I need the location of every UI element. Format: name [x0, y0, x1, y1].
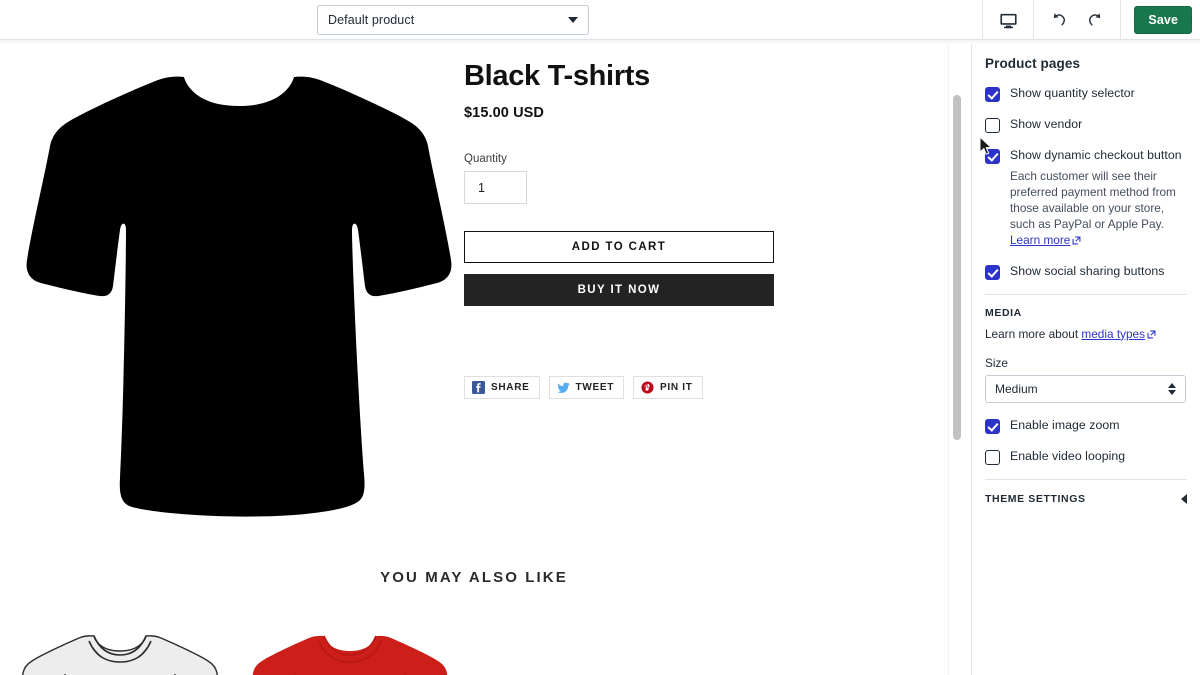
chevron-down-icon: [568, 17, 578, 23]
checkbox-enable-video-looping[interactable]: Enable video looping: [985, 449, 1187, 465]
checkbox-show-dynamic-checkout-button[interactable]: Show dynamic checkout button: [985, 148, 1187, 164]
sidebar-heading: Product pages: [985, 56, 1081, 71]
hero-product-image[interactable]: [8, 58, 460, 528]
desktop-monitor-icon: [1000, 13, 1017, 28]
checkbox-icon[interactable]: [985, 118, 1000, 133]
related-products-heading: YOU MAY ALSO LIKE: [380, 569, 568, 586]
section-divider: [985, 478, 1187, 480]
media-learn-more-row: Learn more about media types: [985, 327, 1187, 341]
twitter-tweet-button[interactable]: TWEET: [548, 376, 625, 400]
white-tshirt-illustration: [21, 635, 219, 675]
checkbox-label: Show social sharing buttons: [1010, 263, 1165, 278]
checkbox-icon[interactable]: [985, 264, 1000, 280]
add-to-cart-button[interactable]: ADD TO CART: [464, 231, 774, 264]
checkbox-label: Enable image zoom: [1010, 417, 1120, 432]
save-button[interactable]: Save: [1134, 6, 1192, 34]
checkbox-icon[interactable]: [985, 418, 1000, 434]
pinterest-pin-button[interactable]: PIN IT: [633, 376, 703, 400]
redo-arrow-icon: [1089, 13, 1101, 26]
checkbox-show-social-sharing-buttons[interactable]: Show social sharing buttons: [985, 264, 1187, 280]
section-divider: [985, 293, 1187, 295]
checkbox-icon[interactable]: [985, 149, 1000, 164]
related-products-row: [0, 624, 948, 675]
quantity-label: Quantity: [464, 153, 507, 166]
toolbar-right-group: Save: [982, 0, 1200, 40]
size-select[interactable]: Medium: [985, 374, 1186, 403]
red-tshirt-illustration: [252, 635, 448, 675]
top-toolbar: Default product Save: [0, 0, 1200, 40]
media-learn-prefix: Learn more about: [985, 326, 1082, 341]
buy-it-now-button[interactable]: BUY IT NOW: [464, 274, 774, 307]
learn-more-link[interactable]: Learn more: [1010, 233, 1070, 247]
preview-scrollbar[interactable]: [948, 44, 964, 675]
facebook-icon: [472, 381, 485, 395]
help-text-body: Each customer will see their preferred p…: [1010, 169, 1176, 231]
checkbox-enable-image-zoom[interactable]: Enable image zoom: [985, 418, 1187, 434]
stepper-down-icon: [1168, 389, 1176, 395]
checkbox-label: Show vendor: [1010, 117, 1083, 131]
theme-preview-frame: Black T-shirts $15.00 USD Quantity ADD T…: [0, 44, 948, 675]
product-price: $15.00 USD: [464, 105, 544, 122]
undo-arrow-icon: [1054, 13, 1066, 26]
size-field-label: Size: [985, 355, 1008, 370]
twitter-icon: [556, 382, 570, 394]
stepper-up-icon: [1168, 382, 1176, 388]
checkbox-icon[interactable]: [985, 87, 1000, 102]
theme-settings-label: THEME SETTINGS: [985, 492, 1086, 505]
product-info-column: Black T-shirts $15.00 USD Quantity ADD T…: [464, 60, 794, 400]
settings-sidebar: Product pages Show quantity selector Sho…: [971, 44, 1200, 675]
preview-scrollbar-thumb[interactable]: [953, 95, 961, 440]
facebook-share-button[interactable]: SHARE: [464, 376, 540, 400]
undo-button[interactable]: [1041, 0, 1077, 40]
facebook-share-label: SHARE: [491, 382, 530, 394]
social-sharing-row: SHARE TWEET PIN IT: [464, 376, 794, 400]
external-link-icon: [1147, 330, 1156, 339]
theme-settings-row[interactable]: THEME SETTINGS: [985, 493, 1187, 505]
redo-button[interactable]: [1077, 0, 1113, 40]
stepper-icon: [1168, 382, 1176, 395]
product-selector[interactable]: Default product: [317, 5, 589, 35]
media-section-title: MEDIA: [985, 306, 1022, 319]
related-product-red-tshirt[interactable]: [240, 624, 460, 675]
quantity-input[interactable]: [464, 171, 527, 205]
pinterest-pin-label: PIN IT: [660, 382, 693, 394]
black-tshirt-illustration: [26, 76, 452, 517]
device-preview-group: [983, 0, 1033, 40]
checkbox-label: Show dynamic checkout button: [1010, 148, 1182, 162]
checkbox-label: Show quantity selector: [1010, 86, 1135, 100]
checkbox-show-vendor[interactable]: Show vendor: [985, 117, 1187, 133]
history-group: [1034, 0, 1120, 40]
desktop-preview-button[interactable]: [990, 0, 1026, 40]
checkbox-icon[interactable]: [985, 449, 1000, 465]
media-types-link[interactable]: media types: [1081, 327, 1145, 341]
related-product-white-tshirt[interactable]: [10, 624, 230, 675]
save-group: Save: [1121, 6, 1200, 34]
size-select-value: Medium: [995, 381, 1038, 396]
product-selector-value: Default product: [328, 13, 415, 27]
dynamic-checkout-help-text: Each customer will see their preferred p…: [1010, 169, 1186, 249]
page-title: Black T-shirts: [464, 60, 650, 92]
pinterest-icon: [641, 381, 654, 394]
checkbox-label: Enable video looping: [1010, 448, 1126, 463]
twitter-tweet-label: TWEET: [575, 382, 615, 394]
external-link-icon: [1072, 236, 1081, 245]
checkbox-show-quantity-selector[interactable]: Show quantity selector: [985, 86, 1187, 102]
chevron-left-icon: [1181, 493, 1187, 504]
